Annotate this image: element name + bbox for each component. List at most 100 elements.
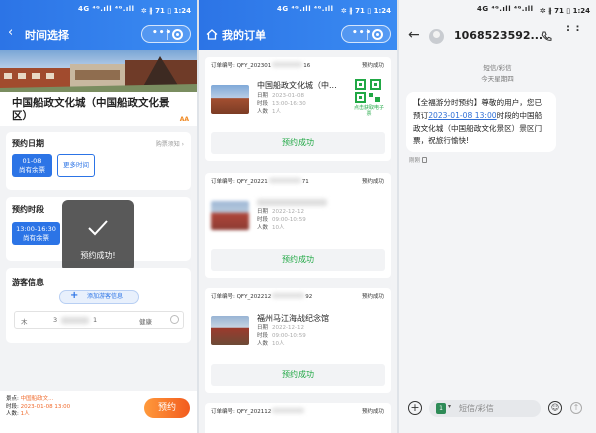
message-datetime-link[interactable]: 2023-01-08 13:00: [428, 111, 496, 120]
order-venue-name: 中国船政文化城（中...: [257, 81, 337, 90]
page-title: 时间选择: [25, 29, 69, 42]
remove-visitor-icon[interactable]: [170, 315, 179, 324]
sender-number: 1068523592...: [454, 29, 544, 42]
miniprogram-capsule[interactable]: •••: [341, 25, 391, 43]
order-details: 日期 2022-12-12 时段 09:00-10:59 人数 10人: [257, 209, 306, 231]
plus-icon: +: [70, 290, 79, 301]
signal-indicator: 4G ⁴ᴳ.ıll ⁴ᴳ.ıll: [78, 5, 135, 13]
message-input[interactable]: 1 ▾ 短信/彩信: [429, 400, 541, 417]
status-bar: 4G ⁴ᴳ.ıll ⁴ᴳ.ıll ✲ ∦ 71 ▯ 1:24: [0, 0, 197, 22]
order-details: 日期 2022-12-12 时段 09:00-10:59 人数 10人: [257, 325, 306, 347]
success-toast: 预约成功!: [62, 200, 134, 272]
date-section-title: 预约日期: [12, 139, 44, 148]
phone-icon[interactable]: [541, 31, 552, 42]
more-icon[interactable]: •••: [352, 28, 372, 38]
status-bar: 4G ⁴ᴳ.ıll ⁴ᴳ.ıll ✲ ∦ 71 ▯ 1:24: [199, 0, 397, 22]
book-button-label: 预约: [157, 403, 176, 413]
visitor-health: 健康: [139, 318, 152, 326]
visitor-section-title: 游客信息: [12, 278, 44, 287]
order-status: 预约成功: [361, 409, 384, 415]
home-icon[interactable]: [206, 29, 218, 40]
close-target-icon[interactable]: [172, 29, 183, 40]
order-card[interactable]: 订单编号: QFY_202112 预约成功: [205, 403, 391, 433]
footer-people-value: 1人: [20, 411, 30, 417]
date-chip-selected[interactable]: 01-08 尚有余票: [12, 154, 52, 177]
message-time: 刚刚: [409, 156, 427, 164]
order-number: 订单编号: QFY_202112: [211, 407, 305, 415]
order-card[interactable]: 订单编号: QFY_20221 71 预约成功 日期 2022-12-12 时段 09…: [205, 173, 391, 278]
venue-thumbnail: [211, 316, 249, 345]
close-target-icon[interactable]: [372, 29, 383, 40]
visitor-section: 游客信息 + 添加游客信息 木 3 1 健康: [6, 268, 191, 343]
more-dates-button[interactable]: 更多时间: [57, 154, 95, 177]
sim-select-icon[interactable]: 1: [436, 403, 446, 414]
miniprogram-capsule[interactable]: •••: [141, 25, 191, 43]
order-number: 订单编号: QFY_202212 92: [211, 293, 313, 300]
signal-indicator: 4G ⁴ᴳ.ıll ⁴ᴳ.ıll: [277, 5, 334, 13]
qr-hint[interactable]: 点击获取电子票: [352, 105, 386, 117]
back-arrow-icon[interactable]: ←: [408, 27, 420, 43]
date-chip-status: 尚有余票: [19, 166, 45, 174]
compose-bar: + 1 ▾ 短信/彩信 ☺ ↑: [399, 396, 596, 426]
venue-title: 中国船政文化城（中国船政文化景区）: [12, 97, 170, 122]
venue-thumbnail: [211, 85, 249, 114]
order-details: 日期 2023-01-08 时段 13:00-16:30 人数 1人: [257, 93, 306, 115]
order-status: 预约成功: [361, 63, 384, 69]
order-card[interactable]: 订单编号: QFY_202301 16 预约成功 中国船政文化城（中... 日期 2…: [205, 57, 391, 161]
order-venue-name-redacted: [257, 199, 327, 206]
visitor-row[interactable]: 木 3 1 健康: [14, 311, 184, 329]
order-success-button[interactable]: 预约成功: [211, 249, 385, 271]
booking-notice-link[interactable]: 购票须知 ›: [156, 139, 184, 148]
venue-level-badge: AA: [179, 116, 189, 123]
person-icon: [433, 31, 440, 38]
order-number: 订单编号: QFY_20221 71: [211, 178, 309, 185]
status-right: ✲ ∦ 71 ▯ 1:24: [539, 7, 590, 15]
qr-code-icon[interactable]: [355, 79, 381, 103]
time-chip-selected[interactable]: 13:00-16:30 尚有余票: [12, 222, 60, 245]
status-bar: 4G ⁴ᴳ.ıll ⁴ᴳ.ıll ✲ ∦ 71 ▯ 1:24: [399, 0, 596, 22]
footer-time-value: 2023-01-08 13:00: [20, 403, 71, 410]
book-button[interactable]: 预约: [144, 398, 190, 418]
visitor-id-end: 1: [93, 316, 98, 324]
toast-text: 预约成功!: [80, 251, 116, 260]
sim-dropdown-icon[interactable]: ▾: [448, 403, 451, 410]
footer-people-label: 人数:: [6, 411, 19, 417]
add-visitor-button[interactable]: + 添加游客信息: [59, 290, 139, 304]
booking-screen: 4G ⁴ᴳ.ıll ⁴ᴳ.ıll ✲ ∦ 71 ▯ 1:24 ‹ 时间选择 ••…: [0, 0, 197, 433]
contact-avatar: [429, 29, 444, 44]
footer-time-label: 时段:: [6, 403, 19, 410]
venue-thumbnail: [211, 201, 249, 230]
order-success-button[interactable]: 预约成功: [211, 364, 385, 386]
emoji-icon[interactable]: ☺: [548, 401, 562, 415]
checkmark-icon: [88, 220, 108, 236]
date-chip-date: 01-08: [22, 157, 42, 165]
add-visitor-label: 添加游客信息: [87, 293, 124, 300]
order-card[interactable]: 订单编号: QFY_202212 92 预约成功 福州马江海战纪念馆 日期 2022…: [205, 288, 391, 393]
orders-screen: 4G ⁴ᴳ.ıll ⁴ᴳ.ıll ✲ ∦ 71 ▯ 1:24 我的订单 ••• …: [199, 0, 397, 433]
date-section: 预约日期 购票须知 › 01-08 尚有余票 更多时间: [6, 132, 191, 190]
more-menu-icon[interactable]: : :: [566, 24, 580, 34]
venue-title-card: 中国船政文化城（中国船政文化景区） AA: [0, 92, 197, 126]
order-status: 预约成功: [361, 294, 384, 300]
footer-venue-value: 中国船政文...: [20, 396, 54, 402]
signal-indicator: 4G ⁴ᴳ.ıll ⁴ᴳ.ıll: [477, 5, 534, 13]
venue-hero-image: [0, 50, 197, 92]
booking-footer: 景点: 中国船政文... 时段: 2023-01-08 13:00 人数: 1人…: [0, 391, 197, 433]
back-icon[interactable]: ‹: [8, 26, 13, 39]
order-status: 预约成功: [361, 179, 384, 185]
message-input-placeholder: 短信/彩信: [459, 404, 494, 413]
order-venue-name: 福州马江海战纪念馆: [257, 314, 329, 323]
page-title: 我的订单: [222, 29, 266, 42]
more-dates-label: 更多时间: [63, 161, 89, 169]
time-chip-status: 尚有余票: [23, 234, 49, 242]
send-icon[interactable]: ↑: [570, 402, 582, 414]
time-chip-time: 13:00-16:30: [16, 225, 56, 233]
message-bubble[interactable]: 【全福游分时预约】尊敬的用户，您已预订2023-01-08 13:00时段的中国…: [406, 92, 556, 152]
status-right: ✲ ∦ 71 ▯ 1:24: [340, 7, 391, 15]
more-icon[interactable]: •••: [152, 28, 172, 38]
order-success-button[interactable]: 预约成功: [211, 132, 385, 154]
sim-card-icon: [421, 157, 427, 163]
time-section-title: 预约时段: [12, 205, 44, 214]
visitor-id-start: 3: [53, 316, 58, 324]
add-attachment-icon[interactable]: +: [408, 401, 422, 415]
